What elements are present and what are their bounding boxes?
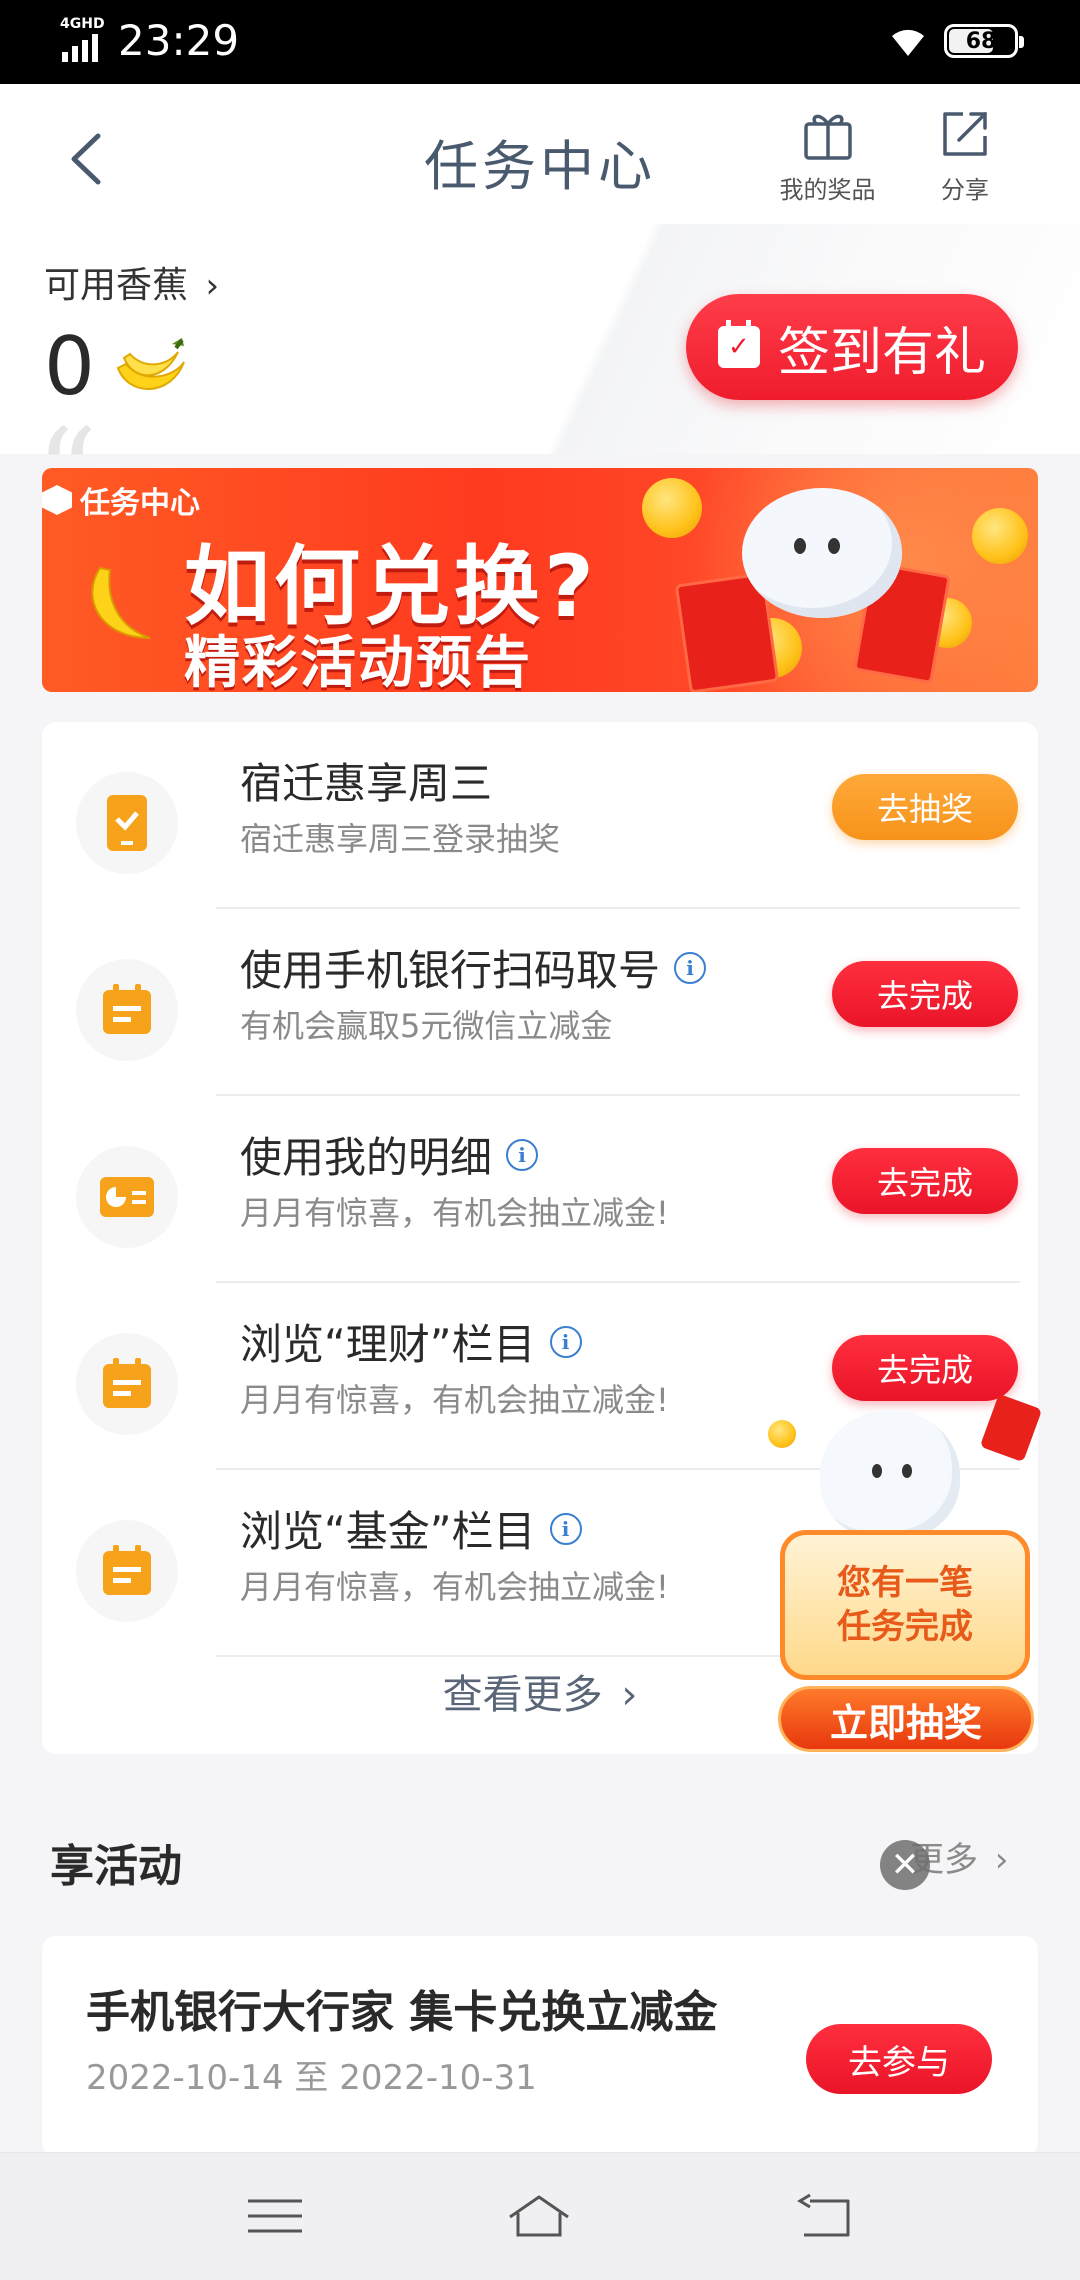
banana-count: 0 — [44, 320, 95, 413]
task-desc: 宿迁惠享周三登录抽奖 — [240, 820, 561, 858]
my-prizes-button[interactable]: 我的奖品 — [770, 106, 885, 205]
share-label: 分享 — [941, 176, 989, 204]
battery-icon: 68 — [944, 24, 1024, 58]
menu-icon[interactable] — [240, 2191, 310, 2241]
promo-banner[interactable]: 任务中心 如何兑换? 精彩活动预告 — [42, 468, 1038, 692]
task-title: 使用我的明细 i — [240, 1124, 539, 1185]
page-title: 任务中心 — [424, 135, 656, 198]
system-nav-bar — [0, 2152, 1080, 2280]
wifi-icon — [892, 29, 924, 56]
signal-icon — [62, 34, 98, 62]
go-complete-button[interactable]: 去完成 — [832, 1335, 1018, 1401]
draw-now-button[interactable]: 立即抽奖 — [778, 1686, 1034, 1752]
task-desc: 月月有惊喜，有机会抽立减金! — [240, 1568, 669, 1606]
share-button[interactable]: 分享 — [920, 106, 1010, 205]
go-complete-button[interactable]: 去完成 — [832, 961, 1018, 1027]
task-row: 宿迁惠享周三 宿迁惠享周三登录抽奖 去抽奖 — [42, 722, 1038, 909]
network-type: 4GHD — [60, 16, 105, 32]
statement-icon — [76, 1146, 178, 1248]
calendar-icon — [76, 959, 178, 1061]
chevron-right-icon: › — [205, 266, 220, 306]
bubble-line-2: 任务完成 — [837, 1607, 973, 1647]
chevron-right-icon: › — [621, 1672, 638, 1718]
bubble-line-1: 您有一笔 — [837, 1563, 973, 1603]
gift-icon — [803, 114, 852, 160]
available-bananas-link[interactable]: 可用香蕉 › — [44, 256, 219, 308]
red-envelope-icon — [979, 1393, 1043, 1463]
task-title: 浏览“理财”栏目 i — [240, 1311, 582, 1372]
chevron-right-icon: › — [994, 1840, 1009, 1880]
clock: 23:29 — [118, 16, 240, 65]
phone-check-icon — [76, 772, 178, 874]
coin-decoration — [642, 478, 702, 538]
task-row: 使用手机银行扫码取号 i 有机会赢取5元微信立减金 去完成 — [42, 909, 1038, 1096]
signin-label: 签到有礼 — [777, 322, 986, 383]
task-title: 浏览“基金”栏目 i — [240, 1498, 582, 1559]
back-nav-icon[interactable] — [790, 2191, 860, 2241]
activity-date: 2022-10-14 至 2022-10-31 — [86, 2058, 537, 2098]
info-icon[interactable]: i — [549, 1325, 582, 1358]
elephant-mascot — [742, 488, 902, 618]
calendar-icon — [76, 1520, 178, 1622]
banana-icon — [116, 338, 185, 390]
calendar-icon — [76, 1333, 178, 1435]
activity-title: 手机银行大行家 集卡兑换立减金 — [86, 1987, 718, 2038]
task-row: 使用我的明细 i 月月有惊喜，有机会抽立减金! 去完成 — [42, 1096, 1038, 1283]
banner-tag: 任务中心 — [42, 478, 200, 522]
go-lottery-button[interactable]: 去抽奖 — [832, 774, 1018, 840]
see-more-label: 查看更多 — [442, 1672, 603, 1718]
my-prizes-label: 我的奖品 — [779, 176, 876, 204]
info-icon[interactable]: i — [506, 1138, 539, 1171]
banana-summary: 可用香蕉 › 0 “ 签到有礼 — [0, 224, 1080, 543]
calendar-check-icon — [717, 320, 760, 368]
task-desc: 月月有惊喜，有机会抽立减金! — [240, 1194, 669, 1232]
join-button[interactable]: 去参与 — [806, 2024, 992, 2094]
share-icon — [943, 112, 987, 156]
close-icon[interactable]: ✕ — [880, 1840, 930, 1890]
cube-icon — [42, 485, 72, 515]
signin-gift-button[interactable]: 签到有礼 — [686, 294, 1018, 400]
task-title: 使用手机银行扫码取号 i — [240, 937, 707, 998]
go-complete-button[interactable]: 去完成 — [832, 1148, 1018, 1214]
task-title: 宿迁惠享周三 — [240, 759, 493, 808]
section-title: 享活动 — [50, 1841, 182, 1892]
status-bar: 4GHD 23:29 68 — [0, 0, 1080, 84]
elephant-mascot-icon — [820, 1410, 960, 1540]
battery-level: 68 — [965, 28, 997, 54]
info-icon[interactable]: i — [549, 1512, 582, 1545]
banner-tag-text: 任务中心 — [80, 486, 200, 521]
banner-subline: 精彩活动预告 — [184, 631, 532, 692]
task-desc: 有机会赢取5元微信立减金 — [240, 1007, 613, 1045]
home-icon[interactable] — [504, 2191, 574, 2241]
task-desc: 月月有惊喜，有机会抽立减金! — [240, 1381, 669, 1419]
task-complete-bubble: 您有一笔 任务完成 — [780, 1530, 1030, 1680]
activity-card[interactable]: 手机银行大行家 集卡兑换立减金 2022-10-14 至 2022-10-31 … — [42, 1936, 1038, 2156]
coin-icon — [768, 1420, 796, 1448]
info-icon[interactable]: i — [674, 951, 707, 984]
app-header: 任务中心 我的奖品 分享 — [0, 84, 1080, 224]
banana-decoration — [80, 558, 170, 667]
lottery-float-widget[interactable]: 您有一笔 任务完成 立即抽奖 — [760, 1393, 1043, 1760]
available-bananas-label: 可用香蕉 — [44, 265, 189, 306]
